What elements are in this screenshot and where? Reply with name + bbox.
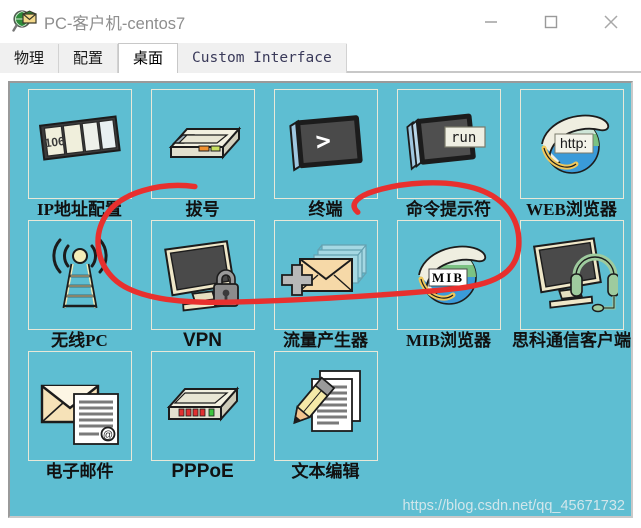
desktop-icon-label: 终端 [308, 200, 343, 219]
desktop-icon-wireless-pc[interactable]: 无线PC [19, 220, 140, 351]
desktop-icon-vpn[interactable]: VPN [142, 220, 263, 351]
desktop-icon-email[interactable]: @ 电子邮件 [19, 351, 140, 482]
maximize-button[interactable] [521, 0, 581, 43]
tab-desktop[interactable]: 桌面 [118, 43, 179, 73]
dial-up-modem-icon[interactable] [150, 89, 255, 199]
desktop-icon-grid: 106 IP地址配置 拔号 > 终端 run 命令提示符 http: WEB浏览… [19, 89, 631, 482]
packet-tracer-magnifier-icon [12, 9, 38, 35]
tab-bar-filler [346, 43, 641, 72]
desktop-icon-command-prompt[interactable]: run 命令提示符 [388, 89, 509, 220]
desktop-icon-label: 思科通信客户端 [512, 331, 631, 350]
pppoe-switch-icon[interactable] [150, 351, 255, 461]
vpn-monitor-lock-icon[interactable] [150, 220, 255, 330]
desktop-icon-dial-up[interactable]: 拔号 [142, 89, 263, 220]
desktop-icon-pppoe[interactable]: PPPoE [142, 351, 263, 482]
ip-configuration-icon[interactable]: 106 [27, 89, 132, 199]
mib-browser-label-text: MIB [432, 270, 464, 285]
desktop-icon-label: MIB浏览器 [406, 331, 491, 350]
email-envelope-icon[interactable]: @ [27, 351, 132, 461]
web-browser-globe-icon[interactable]: http: [519, 89, 624, 199]
mib-browser-globe-icon[interactable]: MIB [396, 220, 501, 330]
desktop-icon-ip-configuration[interactable]: 106 IP地址配置 [19, 89, 140, 220]
close-button[interactable] [581, 0, 641, 43]
web-browser-http-text: http: [560, 135, 587, 151]
desktop-icon-label: 电子邮件 [45, 462, 114, 481]
desktop-icon-text-editor[interactable]: 文本编辑 [265, 351, 386, 482]
command-prompt-run-text: run [451, 130, 476, 146]
desktop-icon-mib-browser[interactable]: MIB MIB浏览器 [388, 220, 509, 351]
desktop-icon-label: VPN [182, 330, 223, 351]
svg-text:@: @ [102, 430, 112, 441]
desktop-icon-web-browser[interactable]: http: WEB浏览器 [511, 89, 631, 220]
desktop-icon-terminal[interactable]: > 终端 [265, 89, 386, 220]
desktop-icon-label: WEB浏览器 [526, 200, 617, 219]
ip-config-value-text: 106 [43, 134, 65, 150]
desktop-icon-label: 流量产生器 [283, 331, 368, 350]
desktop-icon-label: 拔号 [185, 200, 220, 219]
window-title: PC-客户机-centos7 [44, 14, 186, 33]
title-bar: PC-客户机-centos7 [0, 0, 641, 43]
traffic-generator-envelopes-icon[interactable] [273, 220, 378, 330]
tab-custom-interface[interactable]: Custom Interface [178, 44, 347, 73]
desktop-icon-cisco-communicator[interactable]: 思科通信客户端 [511, 220, 631, 351]
desktop-icon-label: 命令提示符 [406, 200, 491, 219]
tab-physical[interactable]: 物理 [0, 44, 60, 73]
desktop-icon-label: PPPoE [171, 461, 234, 482]
tab-bar: 物理 配置 桌面 Custom Interface [0, 43, 641, 73]
application-window: PC-客户机-centos7 物理 配置 桌面 Custom Interface… [0, 0, 641, 528]
desktop-icon-label: 文本编辑 [291, 462, 360, 481]
command-prompt-run-icon[interactable]: run [396, 89, 501, 199]
minimize-button[interactable] [461, 0, 521, 43]
window-controls [461, 0, 641, 43]
text-editor-pencil-icon[interactable] [273, 351, 378, 461]
tab-config[interactable]: 配置 [59, 44, 119, 73]
wireless-antenna-icon[interactable] [27, 220, 132, 330]
desktop-panel-outer: 106 IP地址配置 拔号 > 终端 run 命令提示符 http: WEB浏览… [0, 73, 641, 528]
cisco-communicator-headset-icon[interactable] [519, 220, 624, 330]
terminal-prompt-text: > [314, 126, 332, 156]
desktop-icon-traffic-generator[interactable]: 流量产生器 [265, 220, 386, 351]
desktop-icon-label: IP地址配置 [37, 200, 122, 219]
watermark-text: https://blog.csdn.net/qq_45671732 [402, 498, 625, 514]
desktop-icon-label: 无线PC [51, 331, 108, 350]
desktop-surface: 106 IP地址配置 拔号 > 终端 run 命令提示符 http: WEB浏览… [8, 81, 633, 518]
terminal-icon[interactable]: > [273, 89, 378, 199]
